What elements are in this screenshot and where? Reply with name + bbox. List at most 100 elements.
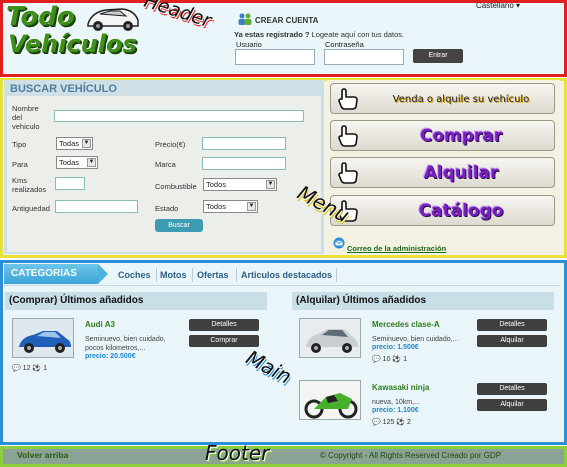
soccer-ball-icon: ⚽ (392, 356, 402, 363)
chevron-down-icon: ▼ (247, 202, 256, 211)
product-price: precio: 1.100€ (372, 407, 419, 414)
rent-item-button[interactable]: Alquilar (477, 399, 547, 411)
nav-coches[interactable]: Coches (118, 270, 151, 280)
copyright-text: © Copyright - All Rights Reserved Creado… (320, 451, 502, 460)
details-button[interactable]: Detalles (477, 319, 547, 331)
chevron-down-icon: ▼ (82, 139, 91, 148)
comment-icon: 💬 (372, 419, 381, 426)
precio-input[interactable] (202, 137, 286, 150)
footer-zone-label: Footer (205, 441, 270, 465)
page: Todo Vehículos Header Castellano ▾ CREAR… (0, 0, 567, 467)
nav-ofertas[interactable]: Ofertas (197, 270, 229, 280)
car-logo-icon (87, 8, 139, 31)
catalog-button[interactable]: Catálogo (330, 195, 555, 226)
admin-mail-link[interactable]: Correo de la administración (347, 244, 446, 253)
product-price: precio: 1.500€ (372, 344, 419, 351)
tipo-value: Todas (59, 139, 80, 148)
car-photo (13, 319, 73, 357)
antiguedad-input[interactable] (55, 200, 138, 213)
comment-icon: 💬 (372, 356, 381, 363)
mercedes-thumbnail[interactable] (299, 318, 361, 358)
logo-line2: Vehículos (8, 30, 137, 58)
product-title[interactable]: Kawasaki ninja (372, 383, 429, 392)
categories-tab[interactable]: CATEGORIAS (4, 264, 98, 284)
para-select[interactable]: Todas ▼ (56, 156, 98, 169)
para-value: Todas (59, 158, 80, 167)
comment-count: 10 (382, 356, 391, 363)
login-button[interactable]: Entrar (413, 49, 463, 63)
hand-pointer-icon (338, 162, 358, 184)
create-account-link[interactable]: CREAR CUENTA (255, 16, 318, 25)
product-stats: 💬 125 ⚽ 2 (372, 418, 411, 426)
login-hint-text: Logeate aquí con tus datos. (309, 30, 405, 39)
rent-button[interactable]: Alquilar (330, 157, 555, 188)
precio-label: Precio(€) (155, 140, 186, 149)
username-input[interactable] (235, 49, 315, 65)
user-group-icon (238, 13, 252, 25)
product-description: Seminuevo, bien cuidado,... (372, 336, 459, 343)
para-label: Para (12, 160, 28, 169)
motorbike-photo (300, 381, 360, 419)
login-hint-question: Ya estas registrado ? (234, 30, 310, 39)
password-label: Contraseña (325, 40, 364, 49)
antiguedad-label: Antiguedad (12, 204, 50, 213)
comment-count: 12 (22, 365, 31, 372)
soccer-ball-icon: ⚽ (396, 419, 406, 426)
sell-rent-label: Venda o alquile su vehículo (392, 94, 530, 105)
nav-divider (4, 285, 560, 286)
combustible-select[interactable]: Todos ▼ (203, 178, 277, 191)
combustible-label: Combustible (155, 182, 197, 191)
nav-separator (336, 268, 337, 282)
buy-heading: (Comprar) Últimos añadidos (5, 292, 267, 310)
view-count: 1 (403, 356, 407, 363)
estado-label: Estado (155, 204, 179, 213)
back-to-top-link[interactable]: Volver arriba (17, 450, 68, 460)
catalog-label: Catálogo (418, 201, 504, 221)
buy-item-button[interactable]: Comprar (189, 335, 259, 347)
combustible-value: Todos (206, 180, 227, 189)
categories-tab-arrow (98, 264, 108, 284)
view-count: 2 (406, 419, 411, 426)
estado-select[interactable]: Todos ▼ (203, 200, 258, 213)
name-label: Nombre del vehiculo (12, 104, 40, 131)
product-title[interactable]: Mercedes clase-A (372, 320, 440, 329)
site-logo[interactable]: Todo Vehículos (6, 2, 146, 62)
product-stats: 💬 10 ⚽ 1 (372, 355, 407, 363)
nav-separator (156, 268, 157, 282)
nav-separator (236, 268, 237, 282)
kms-input[interactable] (55, 177, 85, 190)
search-button[interactable]: Buscar (155, 219, 203, 232)
hand-pointer-icon (338, 88, 358, 110)
password-input[interactable] (324, 49, 404, 65)
view-count: 1 (43, 365, 47, 372)
details-button[interactable]: Detalles (189, 319, 259, 331)
language-select[interactable]: Castellano ▾ (476, 1, 520, 10)
buy-label: Comprar (419, 126, 503, 146)
nav-motos[interactable]: Motos (160, 270, 187, 280)
kawasaki-thumbnail[interactable] (299, 380, 361, 420)
product-stats: 💬 12 ⚽ 1 (12, 364, 47, 372)
hand-pointer-icon (338, 125, 358, 147)
tipo-label: Tipo (12, 140, 27, 149)
audi-thumbnail[interactable] (12, 318, 74, 358)
chevron-down-icon: ▼ (266, 180, 275, 189)
comment-icon: 💬 (12, 365, 21, 372)
sell-rent-button[interactable]: Venda o alquile su vehículo (330, 83, 555, 114)
mail-icon (333, 237, 345, 249)
product-title[interactable]: Audi A3 (85, 320, 115, 329)
estado-value: Todos (206, 202, 227, 211)
buy-button[interactable]: Comprar (330, 120, 555, 151)
marca-input[interactable] (202, 157, 286, 170)
comment-count: 125 (382, 419, 395, 426)
tipo-select[interactable]: Todas ▼ (56, 137, 93, 150)
rent-heading: (Alquilar) Últimos añadidos (292, 292, 554, 310)
rent-item-button[interactable]: Alquilar (477, 335, 547, 347)
login-hint: Ya estas registrado ? Logeate aquí con t… (234, 30, 404, 39)
chevron-down-icon: ▼ (87, 158, 96, 167)
car-photo (300, 319, 360, 357)
nav-separator (192, 268, 193, 282)
nav-articulos[interactable]: Articulos destacados (241, 270, 332, 280)
logo-line1: Todo (6, 2, 75, 32)
vehicle-name-input[interactable] (54, 110, 304, 122)
details-button[interactable]: Detalles (477, 383, 547, 395)
